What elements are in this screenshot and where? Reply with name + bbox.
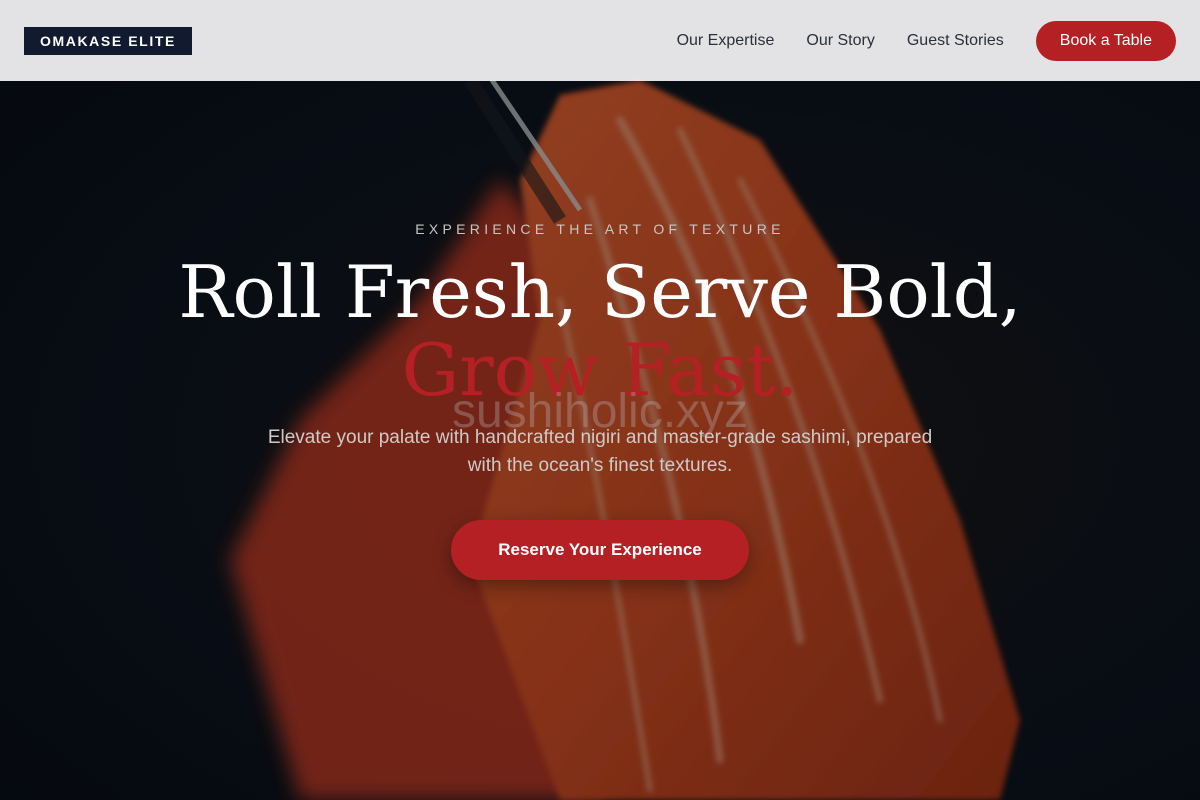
nav-link-our-expertise[interactable]: Our Expertise <box>677 32 775 50</box>
hero-subtitle: Elevate your palate with handcrafted nig… <box>267 427 933 476</box>
hero-eyebrow: EXPERIENCE THE ART OF TEXTURE <box>415 221 785 237</box>
book-a-table-button[interactable]: Book a Table <box>1035 20 1176 61</box>
top-navbar: OMAKASE ELITE Our Expertise Our Story Gu… <box>0 0 1200 81</box>
nav-links: Our Expertise Our Story Guest Stories Bo… <box>677 20 1176 61</box>
nav-link-our-story[interactable]: Our Story <box>806 32 874 50</box>
hero-headline-line1: Roll Fresh, Serve Bold, <box>178 250 1022 334</box>
nav-link-guest-stories[interactable]: Guest Stories <box>907 32 1004 50</box>
brand-logo[interactable]: OMAKASE ELITE <box>24 26 192 55</box>
reserve-experience-button[interactable]: Reserve Your Experience <box>451 520 749 580</box>
hero-section: EXPERIENCE THE ART OF TEXTURE Roll Fresh… <box>0 81 1200 800</box>
